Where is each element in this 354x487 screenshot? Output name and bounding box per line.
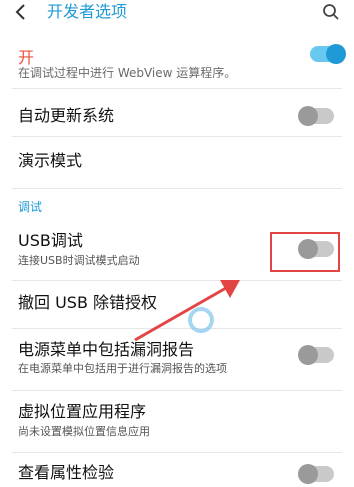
- mock-location-subtitle: 尚未设置模拟位置信息应用: [18, 425, 150, 438]
- divider: [12, 328, 342, 329]
- cutoff-description: 在调试过程中进行 WebView 运算程序。: [18, 66, 237, 78]
- search-icon[interactable]: [322, 3, 340, 21]
- auto-update-toggle[interactable]: [298, 106, 334, 126]
- view-attr-title[interactable]: 查看属性检验: [18, 463, 114, 483]
- back-arrow-icon[interactable]: [12, 2, 30, 22]
- divider: [12, 136, 342, 137]
- app-header: 开发者选项: [0, 0, 354, 26]
- bug-report-subtitle: 在电源菜单中包括用于进行漏洞报告的选项: [18, 362, 227, 375]
- bug-report-toggle[interactable]: [298, 345, 334, 365]
- divider: [12, 280, 342, 281]
- section-debug-header: 调试: [18, 200, 43, 214]
- bug-report-title[interactable]: 电源菜单中包括漏洞报告: [18, 340, 194, 360]
- mock-location-title[interactable]: 虚拟位置应用程序: [18, 402, 146, 422]
- divider: [12, 88, 342, 89]
- usb-debug-highlight-box: [270, 232, 340, 272]
- divider: [12, 188, 342, 189]
- master-toggle[interactable]: [310, 44, 346, 64]
- revoke-usb-title[interactable]: 撤回 USB 除错授权: [18, 293, 157, 313]
- demo-mode-title[interactable]: 演示模式: [18, 151, 82, 171]
- auto-update-title[interactable]: 自动更新系统: [18, 106, 114, 126]
- usb-debug-subtitle: 连接USB时调试模式启动: [18, 254, 140, 267]
- usb-debug-title[interactable]: USB调试: [18, 231, 83, 251]
- divider: [12, 390, 342, 391]
- page-title: 开发者选项: [47, 2, 128, 21]
- divider: [12, 452, 342, 453]
- view-attr-toggle[interactable]: [298, 464, 334, 484]
